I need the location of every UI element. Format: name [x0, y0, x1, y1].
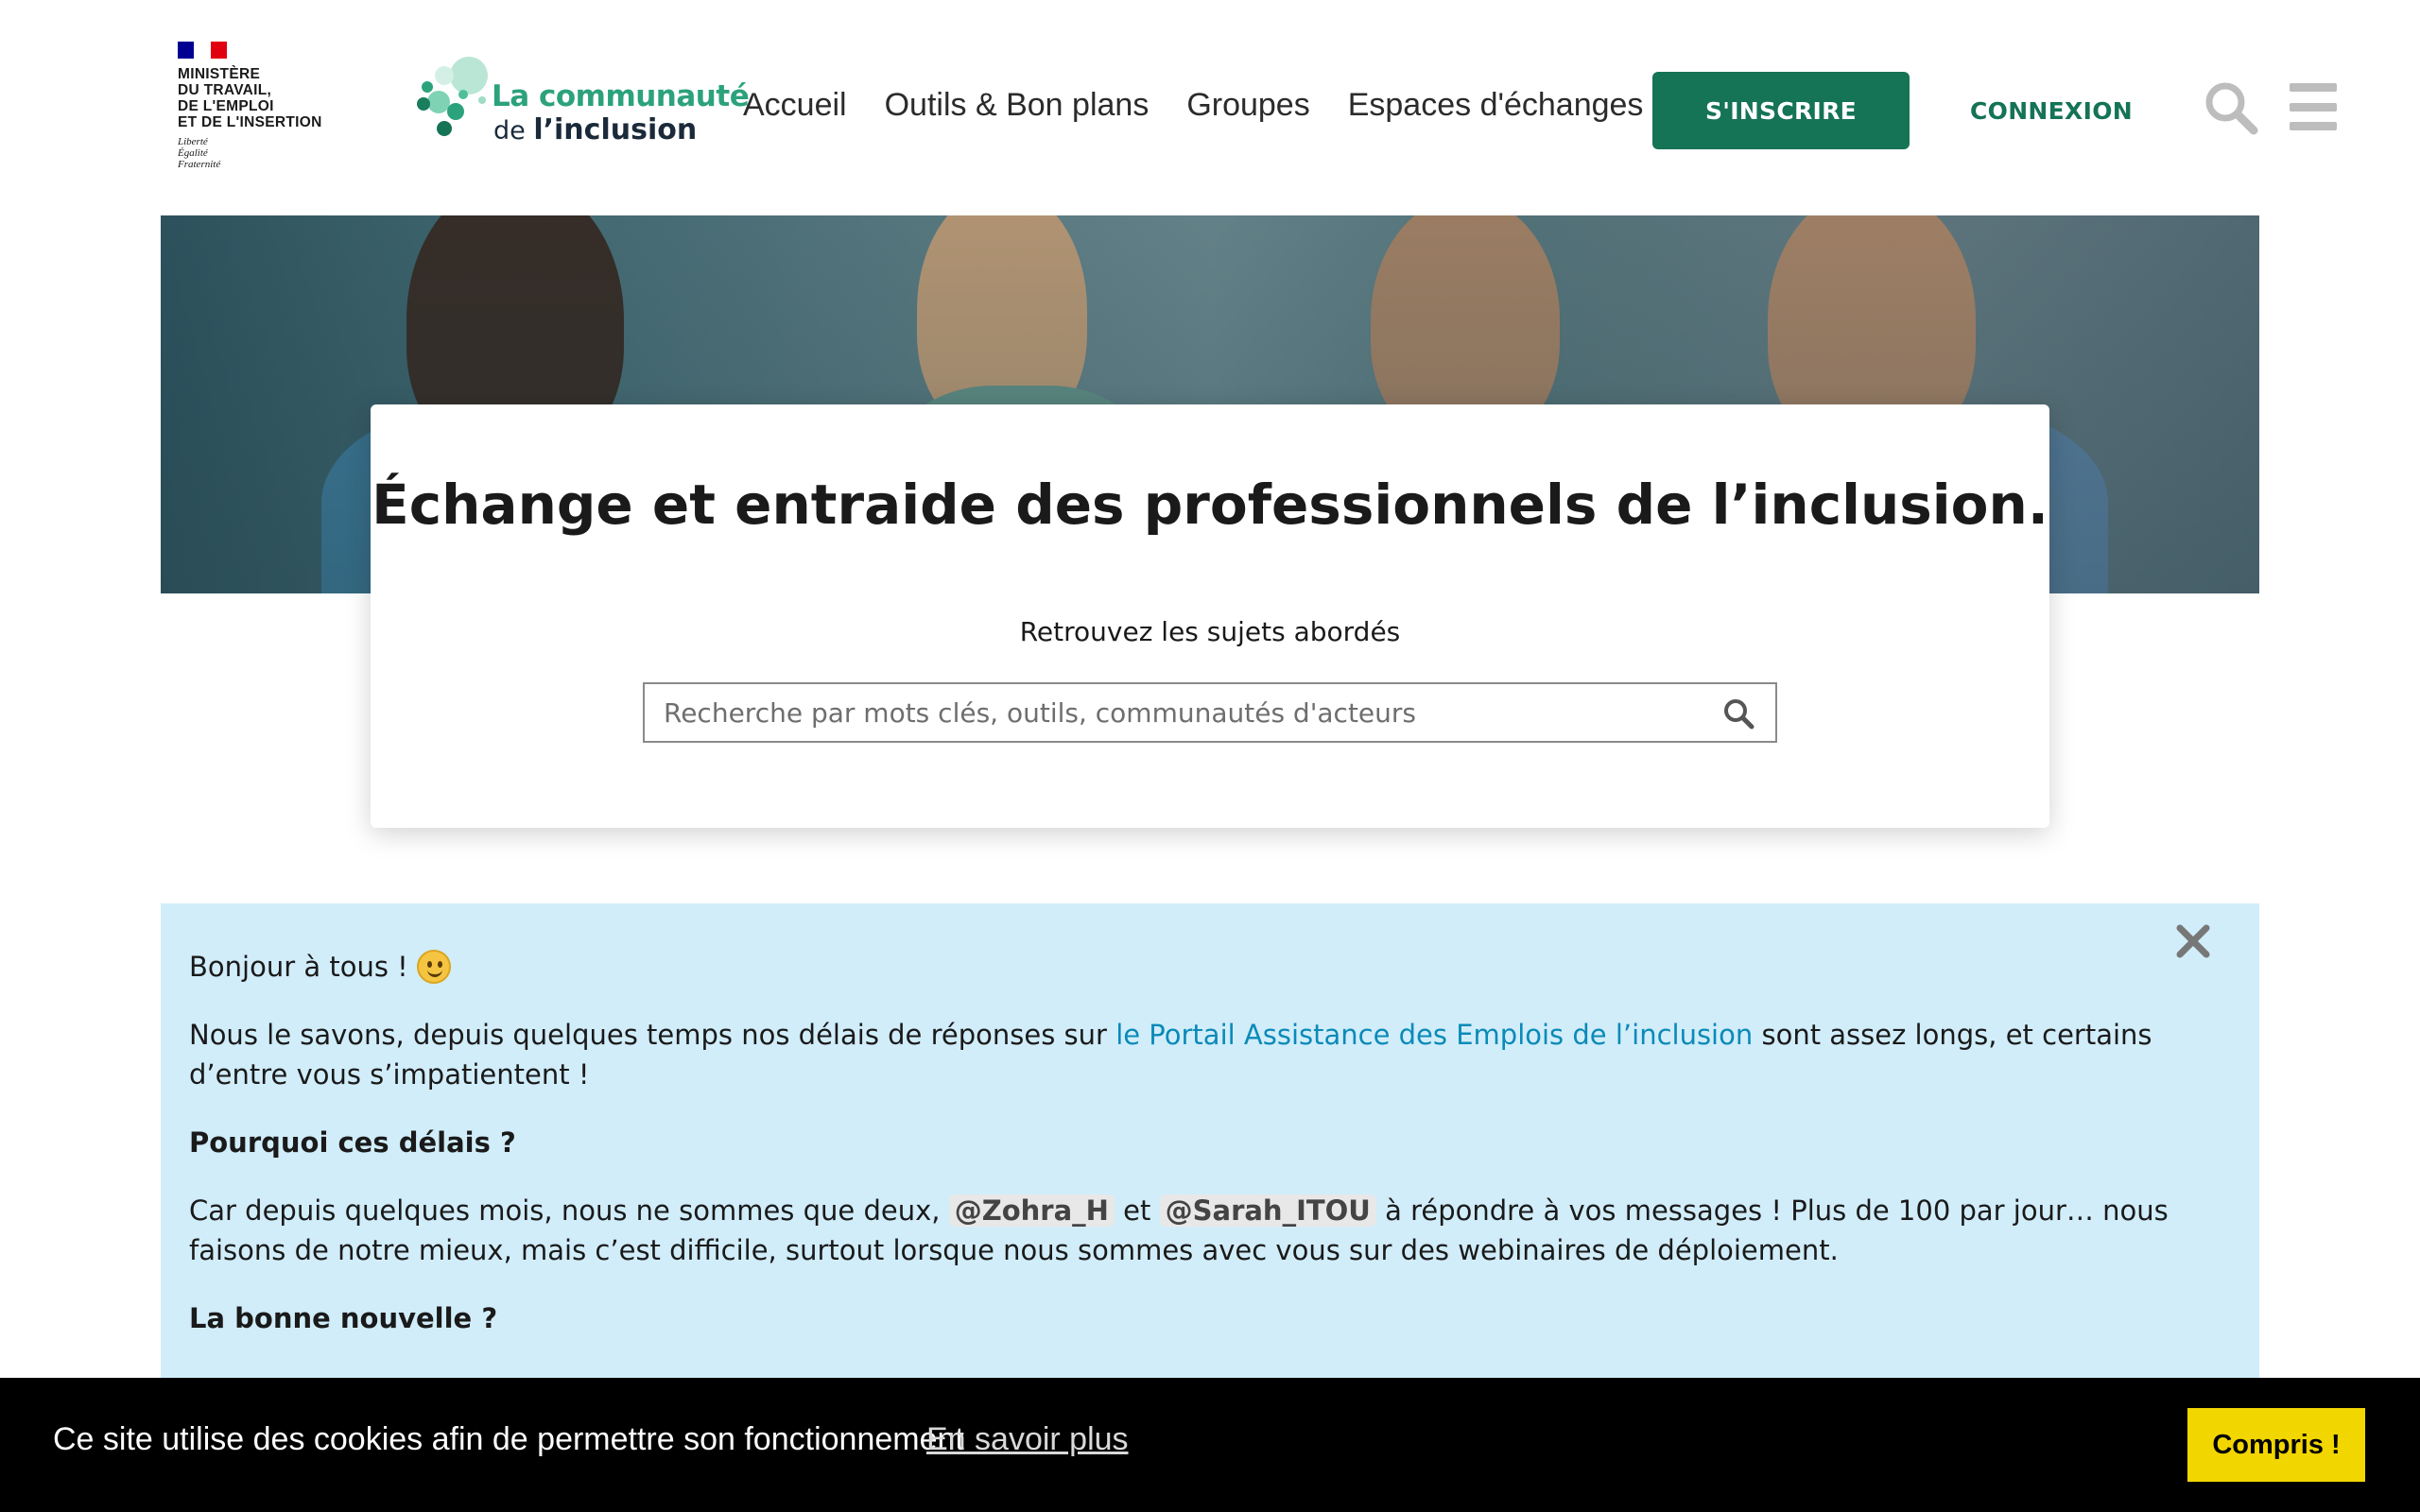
- search-subtitle: Retrouvez les sujets abordés: [1019, 616, 1401, 647]
- smile-emoji-icon: [417, 950, 451, 984]
- assistance-portal-link[interactable]: le Portail Assistance des Emplois de l’i…: [1115, 1019, 1753, 1051]
- search-field[interactable]: [643, 682, 1777, 743]
- site-header: MINISTÈRE DU TRAVAIL, DE L'EMPLOI ET DE …: [0, 0, 2420, 215]
- ministry-name: MINISTÈRE DU TRAVAIL, DE L'EMPLOI ET DE …: [178, 66, 322, 130]
- brand-name-line2: de l’inclusion: [493, 113, 698, 146]
- announcement-heading-good-news: La bonne nouvelle ?: [189, 1302, 498, 1334]
- cookie-banner: Ce site utilise des cookies afin de perm…: [0, 1378, 2420, 1512]
- announcement-paragraph-1: Nous le savons, depuis quelques temps no…: [189, 1019, 2152, 1091]
- brand-dots-icon: [417, 57, 488, 136]
- menu-icon[interactable]: [2290, 83, 2337, 130]
- announcement-paragraph-2: Car depuis quelques mois, nous ne sommes…: [189, 1194, 2169, 1266]
- main-nav: Accueil Outils & Bon plans Groupes Espac…: [743, 87, 1681, 124]
- signup-button[interactable]: S'INSCRIRE: [1652, 72, 1910, 149]
- search-icon[interactable]: [1722, 697, 1754, 730]
- brand-logo[interactable]: La communauté de l’inclusion: [416, 55, 750, 149]
- announcement-greeting: Bonjour à tous !: [189, 947, 2221, 987]
- announcement-heading-why: Pourquoi ces délais ?: [189, 1126, 516, 1159]
- ministry-logo[interactable]: MINISTÈRE DU TRAVAIL, DE L'EMPLOI ET DE …: [178, 42, 357, 179]
- cookie-learn-more-link[interactable]: En savoir plus: [926, 1421, 1129, 1458]
- nav-item-groupes[interactable]: Groupes: [1186, 87, 1309, 124]
- brand-name-line1: La communauté: [492, 79, 750, 113]
- mention-zohra[interactable]: @Zohra_H: [948, 1194, 1115, 1227]
- republic-motto: Liberté Égalité Fraternité: [178, 136, 221, 170]
- search-input[interactable]: [645, 684, 1703, 741]
- nav-item-accueil[interactable]: Accueil: [743, 87, 847, 124]
- french-flag-icon: [178, 42, 227, 59]
- mention-sarah[interactable]: @Sarah_ITOU: [1159, 1194, 1376, 1227]
- search-icon[interactable]: [2203, 79, 2259, 136]
- cookie-message: Ce site utilise des cookies afin de perm…: [53, 1421, 964, 1457]
- page-title: Échange et entraide des professionnels d…: [372, 472, 2048, 537]
- search-card: Échange et entraide des professionnels d…: [371, 404, 2049, 828]
- nav-item-outils[interactable]: Outils & Bon plans: [885, 87, 1150, 124]
- nav-item-espaces[interactable]: Espaces d'échanges: [1348, 87, 1644, 124]
- cookie-accept-button[interactable]: Compris !: [2187, 1408, 2365, 1482]
- login-button[interactable]: CONNEXION: [1947, 72, 2155, 149]
